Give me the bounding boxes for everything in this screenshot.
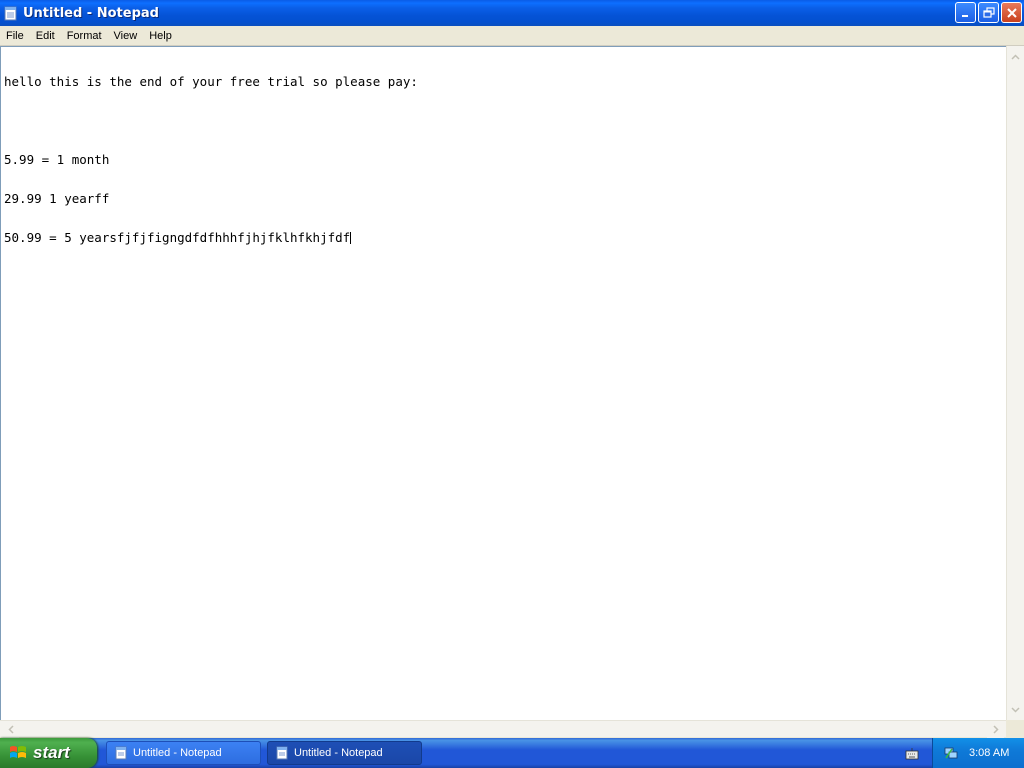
system-tray: 3:08 AM bbox=[932, 738, 1024, 768]
menu-help[interactable]: Help bbox=[143, 30, 178, 42]
restore-icon bbox=[982, 6, 995, 18]
vertical-scrollbar[interactable] bbox=[1006, 46, 1024, 720]
scroll-right-button[interactable] bbox=[987, 721, 1004, 738]
taskbar: start Untitled - Notepad Untitled - Note… bbox=[0, 738, 1024, 768]
start-button[interactable]: start bbox=[0, 738, 97, 768]
close-icon bbox=[1006, 7, 1017, 18]
keyboard-icon[interactable] bbox=[905, 746, 919, 760]
minimize-icon bbox=[961, 14, 968, 17]
windows-logo-icon bbox=[8, 743, 28, 763]
title-bar[interactable]: Untitled - Notepad bbox=[0, 0, 1024, 26]
size-grip[interactable] bbox=[1006, 720, 1024, 737]
chevron-down-icon bbox=[1011, 706, 1020, 713]
taskbar-button-notepad-1[interactable]: Untitled - Notepad bbox=[106, 741, 261, 765]
chevron-up-icon bbox=[1011, 53, 1020, 60]
menu-view[interactable]: View bbox=[108, 30, 144, 42]
scroll-down-button[interactable] bbox=[1007, 701, 1024, 718]
chevron-right-icon bbox=[992, 725, 999, 734]
menu-format[interactable]: Format bbox=[61, 30, 108, 42]
text-line: hello this is the end of your free trial… bbox=[4, 74, 418, 89]
text-caret bbox=[350, 232, 352, 244]
text-line bbox=[4, 114, 1003, 127]
close-button[interactable] bbox=[1001, 2, 1022, 23]
text-line-last: 50.99 = 5 yearsfjfjfigngdfdfhhhfjhjfklhf… bbox=[4, 231, 1003, 244]
text-line: 5.99 = 1 month bbox=[4, 152, 110, 167]
window-title: Untitled - Notepad bbox=[23, 5, 159, 21]
scroll-left-button[interactable] bbox=[2, 721, 19, 738]
taskbar-button-label: Untitled - Notepad bbox=[133, 747, 222, 759]
taskbar-button-label: Untitled - Notepad bbox=[294, 747, 383, 759]
taskbar-button-notepad-2[interactable]: Untitled - Notepad bbox=[267, 741, 422, 765]
network-icon[interactable] bbox=[943, 745, 959, 761]
restore-button[interactable] bbox=[978, 2, 999, 23]
start-label: start bbox=[33, 743, 70, 762]
menu-file[interactable]: File bbox=[0, 30, 30, 42]
notepad-icon bbox=[115, 746, 127, 760]
scroll-up-button[interactable] bbox=[1007, 48, 1024, 65]
text-editor[interactable]: hello this is the end of your free trial… bbox=[0, 46, 1006, 720]
minimize-button[interactable] bbox=[955, 2, 976, 23]
notepad-icon bbox=[276, 746, 288, 760]
horizontal-scrollbar[interactable] bbox=[0, 720, 1006, 738]
notepad-icon bbox=[4, 5, 18, 21]
menu-edit[interactable]: Edit bbox=[30, 30, 61, 42]
menu-bar: File Edit Format View Help bbox=[0, 26, 1024, 46]
chevron-left-icon bbox=[7, 725, 14, 734]
text-line: 29.99 1 yearff bbox=[4, 191, 110, 206]
clock[interactable]: 3:08 AM bbox=[969, 747, 1009, 759]
text-line-content: 50.99 = 5 yearsfjfjfigngdfdfhhhfjhjfklhf… bbox=[4, 230, 351, 245]
